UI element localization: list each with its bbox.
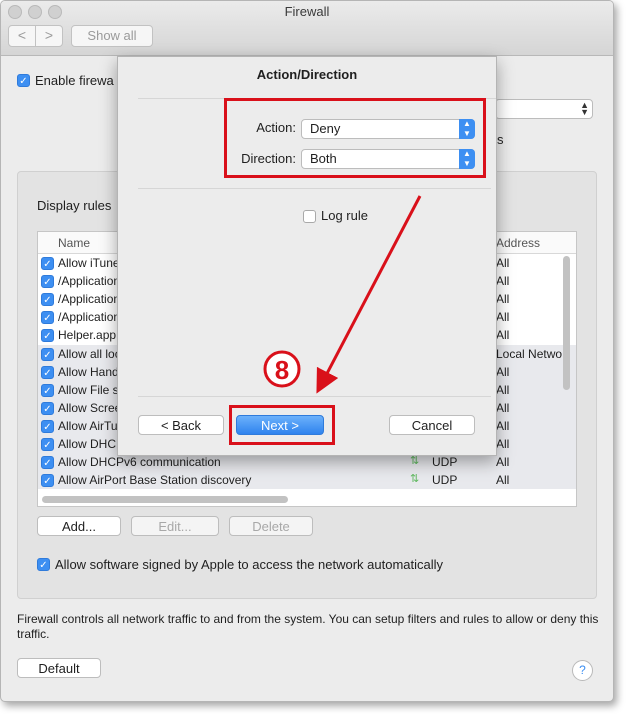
annotation-arrow bbox=[316, 195, 422, 394]
step-number: 8 bbox=[275, 355, 289, 385]
annotation-overlay: 8 bbox=[263, 195, 422, 394]
